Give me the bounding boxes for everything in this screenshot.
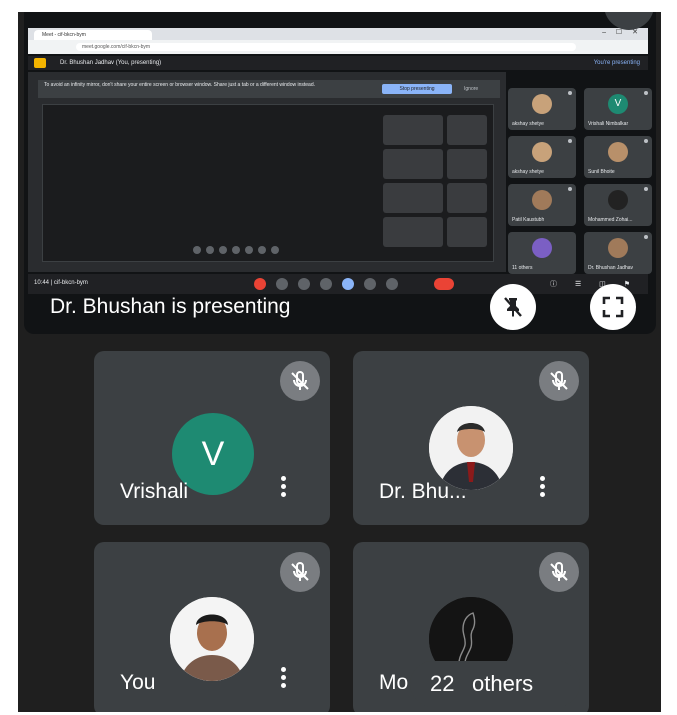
mini-tile-name: Sunil Bhoite [588,169,615,175]
mini-tile: Mohammed Zohai... [584,184,652,226]
mic-off-icon [280,361,320,401]
participant-name: Mo [379,671,409,694]
meeting-clock: 10:44 | cif-bkcn-bym [34,280,88,286]
mini-tile-name: akshay shetye [512,121,544,127]
shared-main-area: To avoid an infinity mirror, don't share… [28,72,506,272]
participant-name: Vrishali [120,480,189,503]
participant-mini-grid: akshay shetye V Vrishali Nimbalkar aksha… [508,88,652,274]
nested-tile [383,217,443,247]
avatar [532,238,552,258]
participant-name: You [120,671,156,694]
more-vert-icon [568,91,572,95]
end-call-icon [434,278,454,290]
avatar [532,142,552,162]
more-vert-icon [386,278,398,290]
mini-tile: Dr. Bhushan Jadhav [584,232,652,274]
more-vert-icon [568,187,572,191]
more-vert-icon [644,139,648,143]
mini-tile-name: Vrishali Nimbalkar [588,121,629,127]
mini-tile-name: Patil Kaustubh [512,217,545,223]
browser-tab: Meet - cif-bkcn-bym [34,30,152,40]
more-vert-icon[interactable] [535,476,549,504]
nested-tile [447,149,487,179]
others-count: 22 [430,671,455,696]
fullscreen-button[interactable] [590,284,636,330]
more-vert-icon[interactable] [276,476,290,504]
presenting-badge: You're presenting [593,60,640,66]
nested-tile [447,183,487,213]
present-icon [342,278,354,290]
avatar: V [608,94,628,114]
avatar [532,94,552,114]
more-vert-icon[interactable] [276,667,290,695]
mic-off-icon [280,552,320,592]
participant-name: Dr. Bhu... [379,480,467,503]
meet-mobile-screen: Meet - cif-bkcn-bym – ☐ ✕ meet.google.co… [18,12,661,712]
captions-icon [298,278,310,290]
stop-presenting-button: Stop presenting [382,84,452,94]
mini-tile: akshay shetye [508,88,576,130]
nested-tile [447,217,487,247]
pin-off-icon [504,297,522,317]
camera-icon [276,278,288,290]
mini-tile: akshay shetye [508,136,576,178]
participant-tile-dr-bhushan[interactable]: Dr. Bhu... [353,351,589,525]
avatar [429,406,513,490]
mic-off-icon [254,278,266,290]
more-vert-icon [644,235,648,239]
shared-screen[interactable]: Meet - cif-bkcn-bym – ☐ ✕ meet.google.co… [24,12,656,334]
meet-header: Dr. Bhushan Jadhav (You, presenting) You… [28,56,648,70]
mini-tile: Patil Kaustubh [508,184,576,226]
avatar [608,190,628,210]
emoji-icon [320,278,332,290]
nested-tile [383,183,443,213]
mini-tile: Sunil Bhoite [584,136,652,178]
participant-tile-vrishali[interactable]: V Vrishali [94,351,330,525]
avatar [170,597,254,681]
nested-tile [383,149,443,179]
nested-controls [193,241,333,254]
participant-tile-you[interactable]: You [94,542,330,712]
nested-tile [447,115,487,145]
meet-title: Dr. Bhushan Jadhav (You, presenting) [60,60,162,66]
mic-off-icon [539,361,579,401]
notice-text: To avoid an infinity mirror, don't share… [44,82,316,88]
address-field: meet.google.com/cif-bkcn-bym [76,43,576,51]
more-vert-icon [568,139,572,143]
mini-tile: 11 others [508,232,576,274]
infinity-mirror-notice: To avoid an infinity mirror, don't share… [38,80,500,98]
mini-tile-name: Dr. Bhushan Jadhav [588,265,634,271]
unpin-button[interactable] [490,284,536,330]
nested-tile [383,115,443,145]
others-label: others [472,671,534,696]
avatar [608,238,628,258]
mini-tile-name: 11 others [512,265,533,271]
browser-tab-strip: Meet - cif-bkcn-bym – ☐ ✕ [28,28,648,40]
shared-control-bar: 10:44 | cif-bkcn-bym ⓘ ☰ ◫ ⚑ [28,274,648,294]
mini-tile-name: Mohammed Zohai... [588,217,633,223]
presenter-label: Dr. Bhushan is presenting [50,295,291,318]
more-vert-icon [644,91,648,95]
mini-tile-name: akshay shetye [512,169,544,175]
avatar [532,190,552,210]
ignore-button: Ignore [464,86,479,92]
meet-logo-icon [34,58,46,68]
mic-off-icon [539,552,579,592]
avatar [608,142,628,162]
others-button[interactable]: 22 others [410,661,580,707]
hand-icon [364,278,376,290]
more-vert-icon [644,187,648,191]
mini-tile: V Vrishali Nimbalkar [584,88,652,130]
nested-screen-preview [42,104,494,262]
fullscreen-icon [602,296,624,318]
browser-address-bar: meet.google.com/cif-bkcn-bym [28,40,648,54]
